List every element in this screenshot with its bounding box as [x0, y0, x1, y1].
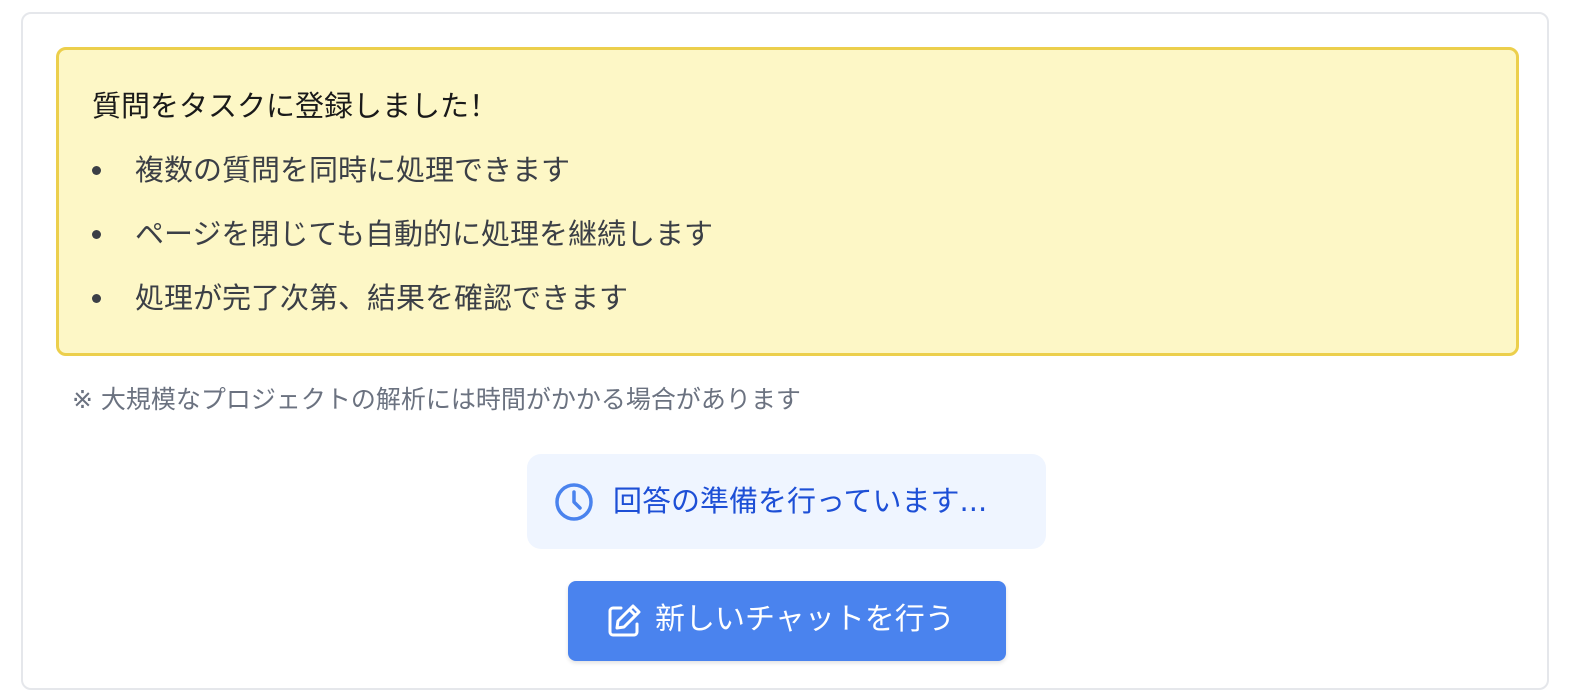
answer-status-indicator: 回答の準備を行っています... [527, 454, 1046, 549]
notice-list-item: ページを閉じても自動的に処理を継続します [92, 214, 713, 278]
notice-list-item-label: 処理が完了次第、結果を確認できます [135, 281, 629, 315]
status-text: 回答の準備を行っています... [613, 484, 988, 518]
task-registered-notice: 質問をタスクに登録しました！ 複数の質問を同時に処理できます ページを閉じても自… [56, 47, 1519, 356]
notice-list-item-label: ページを閉じても自動的に処理を継続します [135, 217, 713, 251]
bullet-icon [92, 166, 101, 175]
notice-title: 質問をタスクに登録しました！ [92, 89, 499, 123]
processing-time-footnote: ※ 大規模なプロジェクトの解析には時間がかかる場合があります [72, 385, 801, 414]
task-registered-card: 質問をタスクに登録しました！ 複数の質問を同時に処理できます ページを閉じても自… [21, 12, 1549, 690]
clock-icon [555, 483, 593, 521]
notice-list-item-label: 複数の質問を同時に処理できます [135, 153, 571, 187]
new-chat-button[interactable]: 新しいチャットを行う [568, 581, 1006, 661]
notice-list: 複数の質問を同時に処理できます ページを閉じても自動的に処理を継続します 処理が… [92, 150, 713, 342]
new-chat-button-label: 新しいチャットを行う [655, 602, 955, 637]
notice-list-item: 処理が完了次第、結果を確認できます [92, 278, 713, 342]
edit-icon [608, 604, 641, 637]
bullet-icon [92, 230, 101, 239]
notice-list-item: 複数の質問を同時に処理できます [92, 150, 713, 214]
bullet-icon [92, 294, 101, 303]
